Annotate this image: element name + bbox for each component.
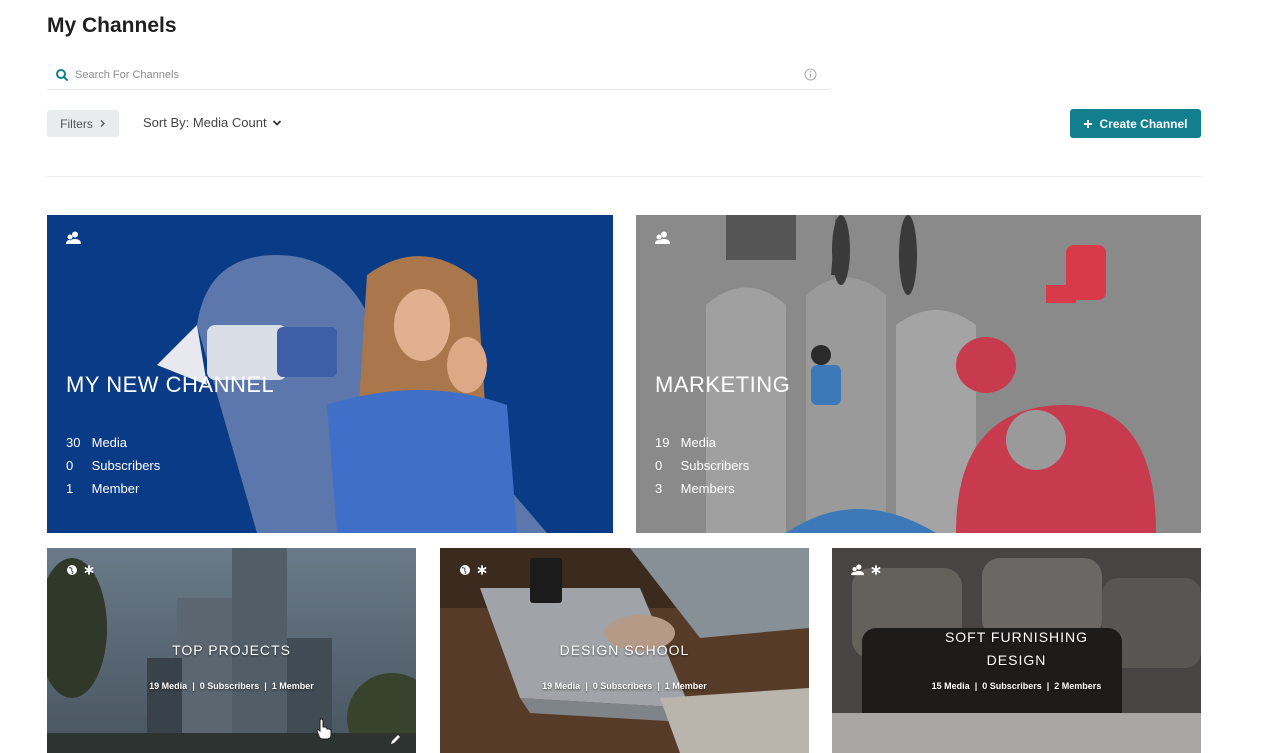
subscribers-count: 0	[66, 458, 74, 473]
asterisk-icon	[84, 565, 94, 575]
channel-icons	[655, 231, 671, 245]
hand-cursor-icon	[316, 718, 332, 740]
chevron-down-icon	[272, 119, 281, 126]
create-channel-label: Create Channel	[1099, 116, 1188, 131]
members-count: 1 Member	[664, 681, 707, 691]
members-label: Members	[680, 481, 735, 496]
members-count: 2 Members	[1054, 681, 1102, 691]
subscribers-count: 0 Subscribers	[592, 681, 653, 691]
media-count: 19 Media	[149, 681, 188, 691]
plus-icon	[1084, 119, 1093, 128]
search-bar	[47, 60, 830, 90]
channel-card-top-projects[interactable]: TOP PROJECTS 19 Media | 0 Subscribers | 1 Me…	[47, 548, 416, 753]
chevron-right-icon	[100, 120, 105, 127]
channel-name: MARKETING	[655, 372, 791, 397]
group-icon	[655, 231, 670, 244]
my-channels-page: My Channels Filters Sort By: Media Count…	[0, 0, 1280, 753]
subscribers-label: Subscribers	[91, 458, 161, 473]
divider	[47, 176, 1201, 177]
members-count: 3	[655, 481, 663, 496]
filters-button[interactable]: Filters	[47, 110, 119, 137]
asterisk-icon	[477, 565, 487, 575]
channel-card-marketing[interactable]: MARKETING 19 Media 0 Subscribers 3 Membe…	[636, 215, 1201, 533]
asterisk-icon	[871, 565, 881, 575]
subscribers-count: 0 Subscribers	[199, 681, 260, 691]
page-title: My Channels	[47, 14, 177, 37]
subscribers-count: 0 Subscribers	[982, 681, 1042, 691]
subscribers-label: Subscribers	[680, 458, 750, 473]
members-count: 1	[66, 481, 74, 496]
media-count: 19	[655, 435, 670, 450]
channel-stats: 15 Media | 0 Subscribers | 2 Members	[931, 681, 1102, 691]
group-icon	[66, 231, 81, 244]
channel-card-soft-furnishing-design[interactable]: SOFT FURNISHING DESIGN 15 Media | 0 Subscr…	[832, 548, 1201, 753]
globe-icon	[67, 565, 77, 575]
channel-card-design-school[interactable]: DESIGN SCHOOL 19 Media | 0 Subscribers | 1 M…	[440, 548, 809, 753]
info-icon[interactable]	[803, 67, 818, 82]
channel-name-line-2: DESIGN	[986, 652, 1047, 668]
search-input[interactable]	[75, 68, 775, 81]
pencil-icon[interactable]	[389, 734, 401, 746]
channel-icons	[851, 564, 881, 576]
members-count: 1 Member	[271, 681, 314, 691]
media-label: Media	[680, 435, 717, 450]
media-count: 30	[66, 435, 81, 450]
channel-stats: 19 Media | 0 Subscribers | 1 Member	[542, 681, 707, 691]
channel-name: TOP PROJECTS	[172, 642, 291, 658]
group-icon	[851, 564, 864, 576]
channel-name: SOFT FURNISHING DESIGN	[832, 626, 1201, 672]
channel-name: DESIGN SCHOOL	[559, 642, 690, 658]
search-icon[interactable]	[51, 64, 73, 86]
filters-label: Filters	[60, 116, 93, 131]
channel-card-my-new-channel[interactable]: MY NEW CHANNEL 30 Media 0 Subscribers 1 …	[47, 215, 613, 533]
channel-icons	[66, 564, 94, 576]
channel-stats: 19 Media | 0 Subscribers | 1 Member	[149, 681, 314, 691]
subscribers-count: 0	[655, 458, 663, 473]
sort-label: Sort By: Media Count	[143, 115, 267, 130]
members-label: Member	[91, 481, 140, 496]
sort-dropdown[interactable]: Sort By: Media Count	[143, 115, 282, 130]
media-count: 19 Media	[542, 681, 581, 691]
media-label: Media	[91, 435, 128, 450]
channel-name: MY NEW CHANNEL	[66, 372, 275, 397]
media-count: 15 Media	[931, 681, 970, 691]
globe-icon	[460, 565, 470, 575]
channel-name-line-1: SOFT FURNISHING	[944, 629, 1089, 645]
channel-stats: 19 Media 0 Subscribers 3 Members	[655, 431, 749, 500]
channel-icons	[459, 564, 487, 576]
channel-stats: 30 Media 0 Subscribers 1 Member	[66, 431, 160, 500]
create-channel-button[interactable]: Create Channel	[1070, 109, 1201, 138]
channel-icons	[66, 231, 82, 245]
